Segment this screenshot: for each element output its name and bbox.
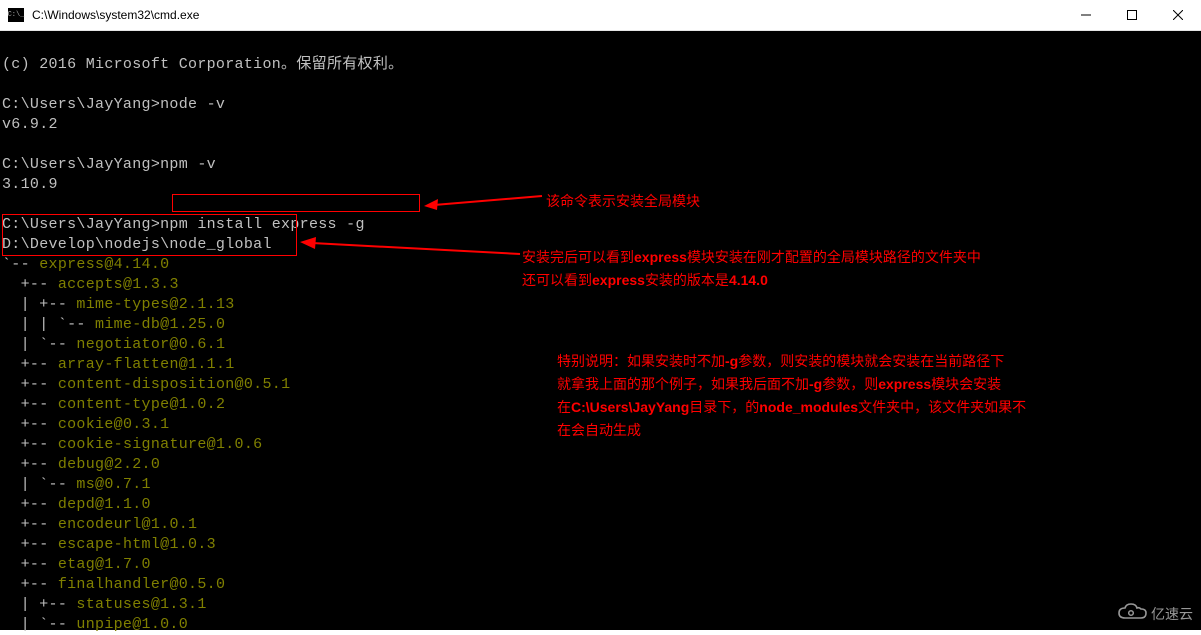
watermark-text: 亿速云	[1151, 604, 1193, 624]
minimize-button[interactable]	[1063, 0, 1109, 30]
terminal-output[interactable]: (c) 2016 Microsoft Corporation。保留所有权利。 C…	[0, 31, 1201, 630]
highlight-box-command	[172, 194, 420, 212]
dependency-tree: +-- accepts@1.3.3 | +-- mime-types@2.1.1…	[2, 276, 290, 633]
annotation-3: 特别说明：如果安装时不加-g参数，则安装的模块就会安装在当前路径下 就拿我上面的…	[557, 350, 1201, 442]
highlight-box-output	[2, 214, 297, 256]
prompt-node-v: C:\Users\JayYang>node -v	[2, 96, 225, 113]
annotation-1: 该命令表示安装全局模块	[546, 190, 700, 213]
npm-version: 3.10.9	[2, 176, 58, 193]
tree-prefix: `--	[2, 256, 39, 273]
node-version: v6.9.2	[2, 116, 58, 133]
cloud-icon	[1117, 603, 1147, 624]
watermark: 亿速云	[1117, 603, 1193, 624]
window-controls	[1063, 0, 1201, 30]
close-button[interactable]	[1155, 0, 1201, 30]
copyright-line: (c) 2016 Microsoft Corporation。保留所有权利。	[2, 56, 403, 73]
maximize-button[interactable]	[1109, 0, 1155, 30]
annotation-2: 安装完后可以看到express模块安装在刚才配置的全局模块路径的文件夹中 还可以…	[522, 246, 1201, 292]
cmd-icon	[8, 8, 24, 22]
express-package: express@4.14.0	[39, 256, 169, 273]
prompt-npm-v: C:\Users\JayYang>npm -v	[2, 156, 216, 173]
window-titlebar: C:\Windows\system32\cmd.exe	[0, 0, 1201, 31]
window-title: C:\Windows\system32\cmd.exe	[32, 8, 199, 22]
